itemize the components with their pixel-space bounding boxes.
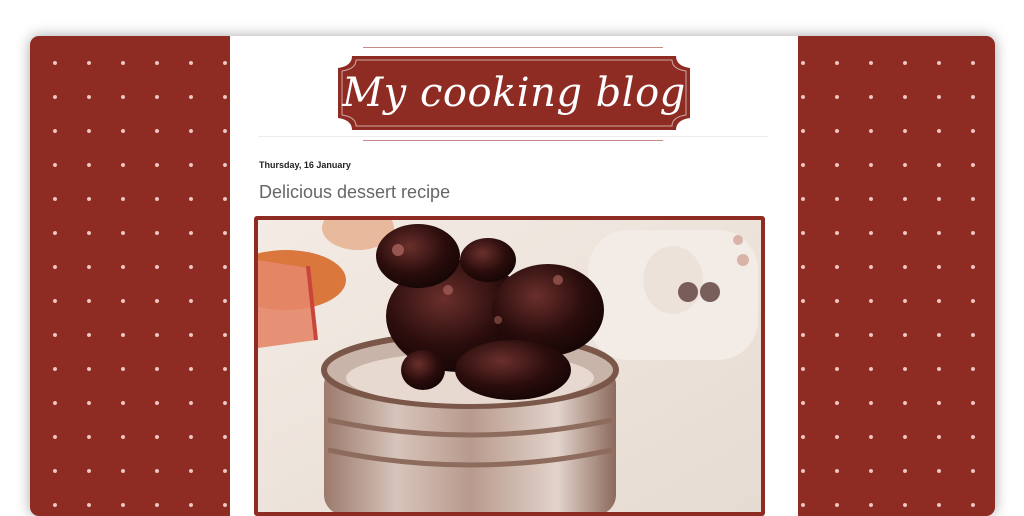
header-rule-top: [363, 47, 663, 48]
post-photo[interactable]: [254, 216, 765, 516]
post-title[interactable]: Delicious dessert recipe: [259, 182, 450, 203]
blog-title-badge[interactable]: My cooking blog: [338, 56, 690, 130]
post-date: Thursday, 16 January: [259, 160, 351, 170]
dessert-photo-illustration: [258, 220, 761, 512]
header-rule-bottom: [363, 140, 663, 141]
blog-title[interactable]: My cooking blog: [338, 56, 690, 130]
header-divider: [258, 136, 768, 137]
